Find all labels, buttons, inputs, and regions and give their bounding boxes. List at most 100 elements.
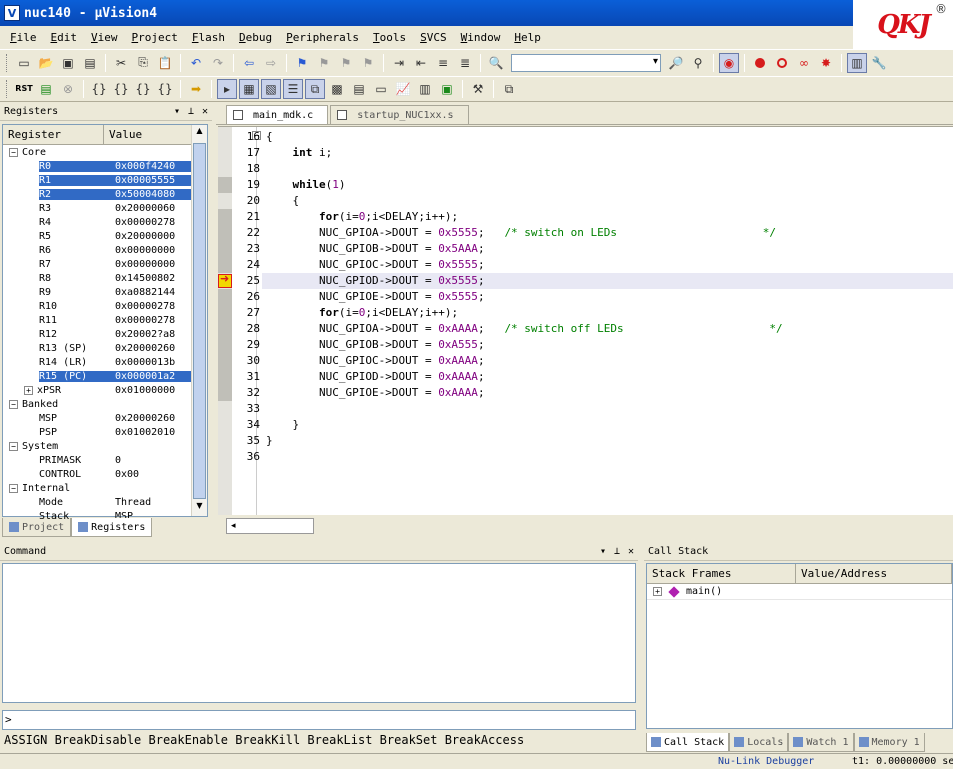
current-code-line[interactable]: NUC_GPIOD->DOUT = 0x5555; bbox=[262, 273, 953, 289]
indent-icon[interactable]: ⇥ bbox=[389, 53, 409, 73]
register-row[interactable]: − Internal bbox=[3, 481, 207, 495]
registers-scrollbar[interactable]: ▲ ▼ bbox=[191, 125, 207, 516]
pane-menu-icon[interactable]: ▾ bbox=[596, 546, 610, 557]
collapse-icon[interactable]: − bbox=[9, 441, 18, 451]
code-line[interactable]: } bbox=[262, 433, 953, 449]
register-column-header[interactable]: Register bbox=[3, 125, 104, 144]
code-line[interactable]: NUC_GPIOC->DOUT = 0xAAAA; bbox=[262, 353, 953, 369]
window-layout-icon[interactable]: ▥ bbox=[847, 52, 867, 73]
start-stop-debug-icon[interactable]: ◉ bbox=[719, 52, 739, 73]
find-icon[interactable]: 🔎 bbox=[666, 53, 686, 73]
next-bookmark-icon[interactable]: ⚑ bbox=[336, 53, 356, 73]
toolbar-grip[interactable] bbox=[6, 80, 9, 98]
pin-icon[interactable]: ⊥ bbox=[610, 546, 624, 557]
code-line[interactable]: for(i=0;i<DELAY;i++); bbox=[262, 209, 953, 225]
debug-restore-views-icon[interactable]: ⧉ bbox=[499, 79, 519, 99]
pane-menu-icon[interactable]: ▾ bbox=[170, 106, 184, 117]
collapse-icon[interactable]: − bbox=[9, 399, 18, 409]
analysis-window-icon[interactable]: 📈 bbox=[393, 79, 413, 99]
step-over-icon[interactable]: {} bbox=[111, 79, 131, 99]
code-line[interactable] bbox=[262, 449, 953, 465]
register-row[interactable]: R10 0x00000278 bbox=[3, 299, 207, 313]
stack-frame-row[interactable]: + main() bbox=[647, 584, 952, 600]
registers-window-icon[interactable]: ☰ bbox=[283, 79, 303, 99]
tab-registers[interactable]: Registers bbox=[71, 518, 153, 537]
code-line[interactable]: { bbox=[262, 193, 953, 209]
register-row[interactable]: CONTROL 0x00 bbox=[3, 467, 207, 481]
register-row[interactable]: R8 0x14500802 bbox=[3, 271, 207, 285]
line-number-gutter[interactable]: − 16 17 18 19 20 21 22 23 24 25 26 27 28 29 30 31 32 33 34… bbox=[218, 127, 262, 515]
register-row[interactable]: − Banked bbox=[3, 397, 207, 411]
insert-breakpoint-icon[interactable] bbox=[750, 53, 770, 73]
register-row[interactable]: R4 0x00000278 bbox=[3, 215, 207, 229]
system-viewer-icon[interactable]: ▣ bbox=[437, 79, 457, 99]
save-icon[interactable]: ▣ bbox=[58, 53, 78, 73]
run-to-cursor-icon[interactable]: {} bbox=[155, 79, 175, 99]
find-in-files-icon[interactable]: 🔍 bbox=[486, 53, 506, 73]
bookmark-icon[interactable]: ⚑ bbox=[292, 53, 312, 73]
code-line[interactable]: NUC_GPIOC->DOUT = 0x5555; bbox=[262, 257, 953, 273]
expand-icon[interactable]: + bbox=[653, 587, 662, 596]
memory-window-icon[interactable]: ▤ bbox=[349, 79, 369, 99]
call-stack-window-icon[interactable]: ⧉ bbox=[305, 79, 325, 99]
find-combo[interactable] bbox=[511, 53, 661, 72]
register-row[interactable]: R13 (SP) 0x20000260 bbox=[3, 341, 207, 355]
register-row[interactable]: Mode Thread bbox=[3, 495, 207, 509]
code-line[interactable]: NUC_GPIOE->DOUT = 0x5555; bbox=[262, 289, 953, 305]
menu-svcs[interactable]: SVCS bbox=[414, 31, 455, 44]
register-row[interactable]: R12 0x20002?a8 bbox=[3, 327, 207, 341]
register-row[interactable]: R11 0x00000278 bbox=[3, 313, 207, 327]
tab-watch-1[interactable]: Watch 1 bbox=[788, 733, 854, 752]
cut-icon[interactable]: ✂ bbox=[111, 53, 131, 73]
code-line[interactable]: NUC_GPIOB->DOUT = 0x5AAA; bbox=[262, 241, 953, 257]
nav-forward-icon[interactable]: ⇨ bbox=[261, 53, 281, 73]
disassembly-window-icon[interactable]: ▦ bbox=[239, 79, 259, 99]
configure-icon[interactable]: 🔧 bbox=[869, 53, 889, 73]
watch-window-icon[interactable]: ▩ bbox=[327, 79, 347, 99]
command-output[interactable] bbox=[2, 563, 636, 703]
disable-breakpoints-icon[interactable]: ∞ bbox=[794, 53, 814, 73]
code-line[interactable]: while(1) bbox=[262, 177, 953, 193]
tab-locals[interactable]: Locals bbox=[729, 733, 789, 752]
value-address-column[interactable]: Value/Address bbox=[796, 564, 952, 583]
enable-breakpoint-icon[interactable] bbox=[772, 53, 792, 73]
expand-icon[interactable]: + bbox=[24, 385, 33, 395]
pin-icon[interactable]: ⊥ bbox=[184, 106, 198, 117]
code-editor[interactable]: − 16 17 18 19 20 21 22 23 24 25 26 27 28 29 30 31 32 33 34… bbox=[218, 126, 953, 515]
register-row[interactable]: R6 0x00000000 bbox=[3, 243, 207, 257]
menu-flash[interactable]: Flash bbox=[186, 31, 233, 44]
menu-tools[interactable]: Tools bbox=[367, 31, 414, 44]
menu-project[interactable]: Project bbox=[126, 31, 186, 44]
menu-edit[interactable]: Edit bbox=[45, 31, 86, 44]
code-line[interactable]: int i; bbox=[262, 145, 953, 161]
register-row[interactable]: + xPSR 0x01000000 bbox=[3, 383, 207, 397]
register-row[interactable]: R1 0x00005555 bbox=[3, 173, 207, 187]
undo-icon[interactable]: ↶ bbox=[186, 53, 206, 73]
comment-icon[interactable]: ≡ bbox=[433, 53, 453, 73]
code-line[interactable]: { bbox=[262, 129, 953, 145]
register-row[interactable]: PSP 0x01002010 bbox=[3, 425, 207, 439]
stop-icon[interactable]: ⊗ bbox=[58, 79, 78, 99]
call-stack-table[interactable]: Stack Frames Value/Address + main() bbox=[646, 563, 953, 729]
tab-call-stack[interactable]: Call Stack bbox=[646, 733, 730, 752]
uncomment-icon[interactable]: ≣ bbox=[455, 53, 475, 73]
tab-project[interactable]: Project bbox=[2, 518, 72, 537]
code-line[interactable]: NUC_GPIOE->DOUT = 0xAAAA; bbox=[262, 385, 953, 401]
close-icon[interactable]: ✕ bbox=[624, 546, 638, 557]
menu-view[interactable]: View bbox=[85, 31, 126, 44]
code-line[interactable] bbox=[262, 161, 953, 177]
collapse-icon[interactable]: − bbox=[9, 483, 18, 493]
menu-file[interactable]: File bbox=[4, 31, 45, 44]
code-line[interactable]: NUC_GPIOD->DOUT = 0xAAAA; bbox=[262, 369, 953, 385]
code-line[interactable]: } bbox=[262, 417, 953, 433]
register-row[interactable]: R2 0x50004080 bbox=[3, 187, 207, 201]
code-line[interactable] bbox=[262, 401, 953, 417]
uvision-app-icon[interactable]: V bbox=[4, 5, 20, 21]
stack-frames-column[interactable]: Stack Frames bbox=[647, 564, 797, 583]
code-line[interactable]: NUC_GPIOB->DOUT = 0xA555; bbox=[262, 337, 953, 353]
trace-window-icon[interactable]: ▥ bbox=[415, 79, 435, 99]
run-icon[interactable]: ▤ bbox=[36, 79, 56, 99]
register-row[interactable]: R15 (PC) 0x000001a2 bbox=[3, 369, 207, 383]
kill-breakpoints-icon[interactable]: ✸ bbox=[816, 53, 836, 73]
register-row[interactable]: R5 0x20000000 bbox=[3, 229, 207, 243]
